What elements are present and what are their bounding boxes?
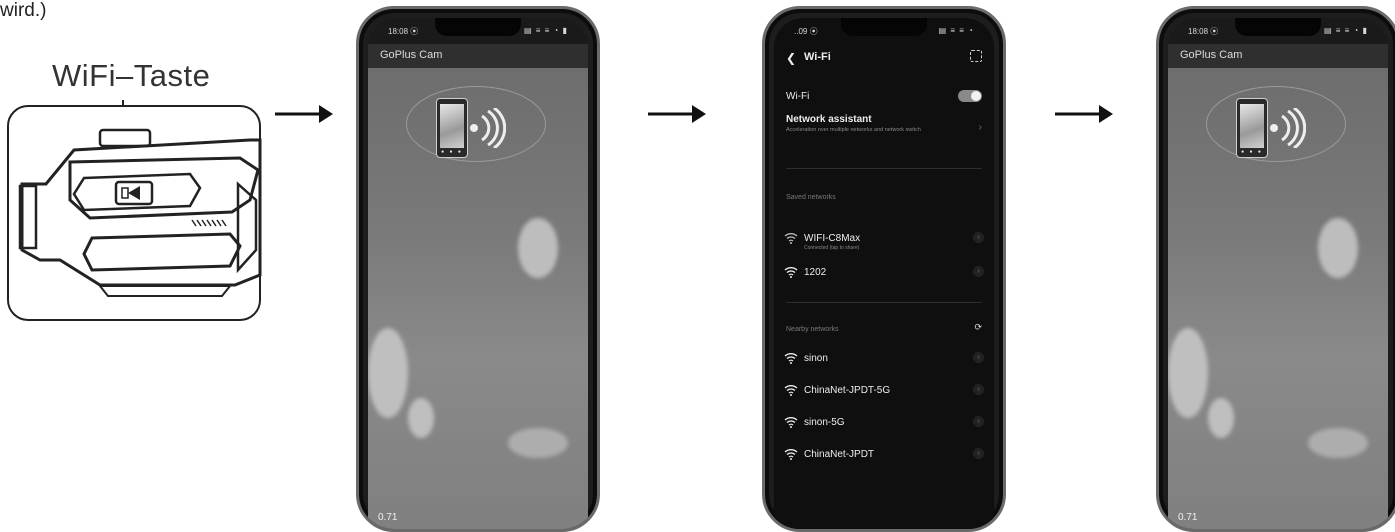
network-name: sinon-5G: [804, 417, 845, 428]
phone-wifi-settings: ..09 ⦿ ▤ ≡ ≡ ◔ ❮ Wi-Fi Wi-Fi Network ass…: [762, 6, 1006, 532]
network-assistant-description: Acceleration over multiple networks and …: [786, 127, 921, 133]
chevron-right-icon: ›: [978, 122, 982, 133]
status-time: ..09 ⦿: [794, 27, 818, 36]
scan-qr-icon[interactable]: [970, 50, 982, 62]
wifi-signal-icon: [1270, 108, 1306, 148]
saved-networks-heading: Saved networks: [786, 194, 836, 201]
phone-screen: 18:08 ⦿ ▤ ≡ ≡ ◔ ▮ GoPlus Cam ● ● ● 0.71: [1168, 18, 1388, 529]
network-detail-button[interactable]: ›: [973, 266, 984, 277]
divider: [786, 168, 982, 169]
network-detail-button[interactable]: ›: [973, 232, 984, 243]
network-assistant-row[interactable]: Network assistant Acceleration over mult…: [774, 114, 994, 154]
network-name: ChinaNet-JPDT: [804, 449, 875, 460]
smartphone-icon: ● ● ●: [436, 98, 468, 158]
wifi-button-label: WiFi–Taste: [52, 58, 211, 93]
wifi-icon: [784, 267, 798, 278]
camera-preview: ● ● ● 0.71: [368, 68, 588, 529]
network-row[interactable]: WIFI-C8Max Connected (tap to share) ›: [774, 230, 994, 254]
phone-screen: 18:08 ⦿ ▤ ≡ ≡ ◔ ▮ GoPlus Cam ● ● ● 0.71: [368, 18, 588, 529]
back-icon[interactable]: ❮: [786, 51, 796, 65]
divider: [786, 302, 982, 303]
wifi-toggle[interactable]: [958, 90, 982, 102]
app-bar: GoPlus Cam: [1168, 44, 1388, 68]
app-bar: GoPlus Cam: [368, 44, 588, 68]
status-icons: ▤ ≡ ≡ ◔ ▮: [523, 26, 568, 35]
phone-goplus-cam-1: 18:08 ⦿ ▤ ≡ ≡ ◔ ▮ GoPlus Cam ● ● ● 0.71: [356, 6, 600, 532]
status-time: 18:08 ⦿: [1188, 27, 1219, 36]
camera-notch: [841, 18, 927, 36]
network-row[interactable]: ChinaNet-JPDT-5G ›: [774, 382, 994, 406]
wifi-icon: [784, 385, 798, 396]
preview-value: 0.71: [378, 512, 398, 523]
network-row[interactable]: sinon-5G ›: [774, 414, 994, 438]
smartphone-icon: ● ● ●: [1236, 98, 1268, 158]
wifi-header: ❮ Wi-Fi: [774, 44, 994, 72]
wifi-icon: [784, 233, 798, 244]
status-time: 18:08 ⦿: [388, 27, 419, 36]
status-icons: ▤ ≡ ≡ ◔ ▮: [1323, 26, 1368, 35]
arrow-right-icon: [1055, 105, 1113, 123]
network-row[interactable]: sinon ›: [774, 350, 994, 374]
wifi-icon: [784, 353, 798, 364]
network-status: Connected (tap to share): [804, 245, 860, 251]
network-name: sinon: [804, 353, 828, 364]
preview-value: 0.71: [1178, 512, 1198, 523]
phone-goplus-cam-2: 18:08 ⦿ ▤ ≡ ≡ ◔ ▮ GoPlus Cam ● ● ● 0.71: [1156, 6, 1395, 532]
network-detail-button[interactable]: ›: [973, 448, 984, 459]
network-name: ChinaNet-JPDT-5G: [804, 385, 891, 396]
camera-device-illustration: [7, 100, 262, 321]
refresh-icon[interactable]: ⟳: [974, 322, 982, 333]
wifi-signal-icon: [470, 108, 506, 148]
network-name: WIFI-C8Max: [804, 233, 861, 244]
wifi-icon: [784, 417, 798, 428]
camera-preview: ● ● ● 0.71: [1168, 68, 1388, 529]
arrow-right-icon: [275, 105, 333, 123]
network-row[interactable]: 1202 ›: [774, 264, 994, 288]
network-detail-button[interactable]: ›: [973, 384, 984, 395]
network-detail-button[interactable]: ›: [973, 352, 984, 363]
status-icons: ▤ ≡ ≡ ◔: [938, 26, 974, 35]
camera-notch: [435, 18, 521, 36]
caption-top-text: wird.): [0, 0, 47, 21]
nearby-networks-heading: Nearby networks: [786, 326, 839, 333]
app-title: GoPlus Cam: [1180, 49, 1243, 61]
wifi-toggle-row[interactable]: Wi-Fi: [774, 86, 994, 108]
wifi-icon: [784, 449, 798, 460]
arrow-right-icon: [648, 105, 706, 123]
app-title: GoPlus Cam: [380, 49, 443, 61]
network-name: 1202: [804, 267, 827, 278]
wifi-toggle-label: Wi-Fi: [786, 91, 810, 102]
network-detail-button[interactable]: ›: [973, 416, 984, 427]
phone-screen: ..09 ⦿ ▤ ≡ ≡ ◔ ❮ Wi-Fi Wi-Fi Network ass…: [774, 18, 994, 529]
network-assistant-label: Network assistant: [786, 114, 872, 125]
camera-notch: [1235, 18, 1321, 36]
page-title: Wi-Fi: [804, 51, 831, 63]
network-row[interactable]: ChinaNet-JPDT ›: [774, 446, 994, 470]
